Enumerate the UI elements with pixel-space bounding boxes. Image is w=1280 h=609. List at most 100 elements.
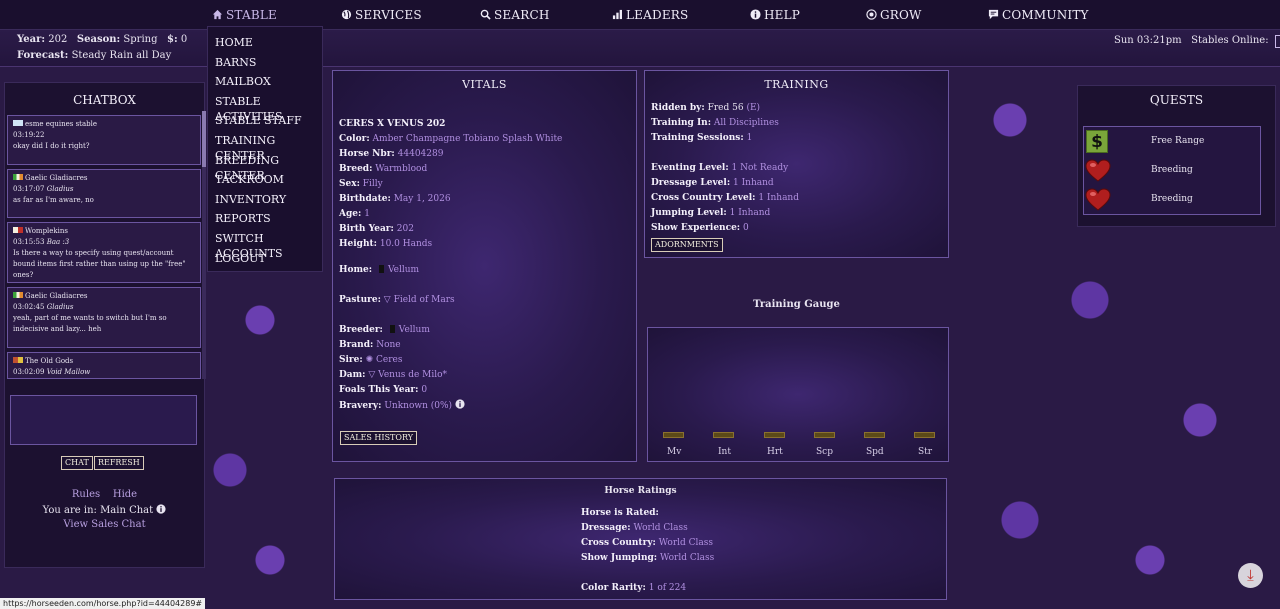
hide-link[interactable]: Hide [113,489,137,500]
chat-message: The Old Gods 03:02:09 Void Mallow [7,352,201,379]
chat-user[interactable]: The Old Gods [25,357,73,365]
menu-item-tackroom[interactable]: TACKROOM [208,172,322,192]
level-value: 1 Inhand [758,193,799,203]
breeder-link[interactable]: Vellum [399,325,430,335]
chat-button[interactable]: CHAT [61,456,93,470]
level-value: 1 Inhand [729,208,771,218]
chat-message: Gaelic Gladiacres 03:02:45 Gladius yeah,… [7,287,201,348]
rider-name: Fred 56 [707,103,744,113]
level-row: Dressage Level: 1 Inhand [651,177,774,189]
nav-stable[interactable]: STABLE [212,8,277,22]
menu-item-stable-staff[interactable]: STABLE STAFF [208,113,322,133]
sales-history-button[interactable]: SALES HISTORY [340,431,418,445]
gauge-label: Hrt [767,447,783,457]
menu-item-stable-activities[interactable]: STABLE ACTIVITIES [208,94,322,123]
quest-item[interactable]: Breeding [1085,157,1261,185]
horse-ratings-panel: Horse Ratings Horse is Rated: Dressage: … [334,478,947,600]
forecast: Forecast: Steady Rain all Day [17,50,171,61]
training-title: TRAINING [764,78,829,91]
ridden-label: Ridden by: [651,103,705,113]
year-value: 202 [48,34,68,45]
nav-help[interactable]: HELP [750,8,800,22]
chat-user[interactable]: Womplekins [25,227,68,235]
chat-text: okay did I do it right? [13,142,90,150]
bar-chart-icon [612,9,622,20]
pdf-icon[interactable]: ⤓ [1238,563,1263,588]
chat-user[interactable]: esme equines stable [25,120,97,128]
level-row: Jumping Level: 1 Inhand [651,207,770,219]
gauge-bar-int [713,432,734,438]
chat-time: 03:17:07 [13,185,45,193]
gauge-label: Spd [866,447,884,457]
nav-grow[interactable]: GROW [866,8,922,22]
level-label: Jumping Level: [651,208,727,218]
color-rarity-row: Color Rarity: 1 of 224 [581,582,686,594]
menu-item-inventory[interactable]: INVENTORY [208,192,322,212]
season-value: Spring [123,34,158,45]
rules-link[interactable]: Rules [72,489,100,500]
vital-label: Birthdate: [339,194,391,204]
nav-leaders[interactable]: LEADERS [612,8,688,22]
gauge-bar-str [914,432,935,438]
vital-label: Height: [339,239,377,249]
nav-community[interactable]: COMMUNITY [988,8,1089,22]
refresh-button[interactable]: REFRESH [94,456,144,470]
chat-time: 03:02:45 [13,303,45,311]
vital-label: Sex: [339,179,360,189]
gauge-label: Int [718,447,731,457]
menu-item-training-center[interactable]: TRAINING CENTER [208,133,322,162]
menu-item-home[interactable]: HOME [208,35,322,55]
home-link[interactable]: Vellum [388,265,419,275]
info-icon[interactable] [455,399,465,409]
dam-link[interactable]: ▽ Venus de Milo* [368,370,447,380]
flag-icon [13,357,23,363]
sales-chat-row: View Sales Chat [5,519,204,530]
scrollbar-thumb[interactable] [202,111,206,167]
breeder-label: Breeder: [339,325,383,335]
rating-row: Cross Country: World Class [581,537,713,549]
nav-services[interactable]: SERVICES [341,8,422,22]
vitals-title: VITALS [462,78,507,91]
quest-label: Breeding [1151,194,1193,204]
nav-label: LEADERS [626,8,689,22]
chat-message-input[interactable] [10,395,197,445]
gauge-label: Mv [667,447,682,457]
chat-scrollbar[interactable] [202,111,206,379]
view-sales-chat-link[interactable]: View Sales Chat [63,519,145,530]
nav-search[interactable]: SEARCH [480,8,550,22]
server-time: Sun 03:21pm [1114,35,1182,46]
menu-item-barns[interactable]: BARNS [208,55,322,75]
ridden-row: Ridden by: Fred 56 (E) [651,102,760,114]
online-label: Stables Online: [1191,35,1269,46]
money-value: 0 [180,34,188,45]
ratings-title: Horse Ratings [604,486,677,496]
chat-user[interactable]: Gaelic Gladiacres [25,292,87,300]
online-count[interactable]: 156 [1274,35,1280,48]
menu-item-breeding-center[interactable]: BREEDING CENTER [208,153,322,182]
chat-time: 03:15:53 [13,238,45,246]
sessions-row: Training Sessions: 1 [651,132,752,144]
year-label: Year: [17,34,46,45]
sire-link[interactable]: ✺ Ceres [366,355,403,365]
menu-item-switch-accounts[interactable]: SWITCH ACCOUNTS [208,231,322,260]
rating-value: World Class [660,553,715,563]
pasture-link[interactable]: ▽ Field of Mars [384,295,455,305]
sire-row: Sire: ✺ Ceres [339,354,402,366]
rating-row: Dressage: World Class [581,522,688,534]
quest-item[interactable]: $ Free Range [1085,128,1261,156]
chat-message: Gaelic Gladiacres 03:17:07 Gladius as fa… [7,169,201,218]
rating-row: Show Jumping: World Class [581,552,714,564]
menu-item-reports[interactable]: REPORTS [208,211,322,231]
rating-value: World Class [633,523,688,533]
status-bar-url: https://horseeden.com/horse.php?id=44404… [0,598,206,609]
season-label: Season: [76,34,121,45]
adornments-button[interactable]: ADORNMENTS [651,238,723,252]
chat-user[interactable]: Gaelic Gladiacres [25,174,87,182]
quest-item[interactable]: Breeding [1085,186,1261,214]
rated-label: Horse is Rated: [581,508,659,518]
info-icon[interactable] [156,504,166,514]
menu-item-logout[interactable]: LOGOUT [208,251,322,271]
menu-item-mailbox[interactable]: MAILBOX [208,74,322,94]
training-in-value: All Disciplines [713,118,779,128]
money-label: $: [167,34,178,45]
